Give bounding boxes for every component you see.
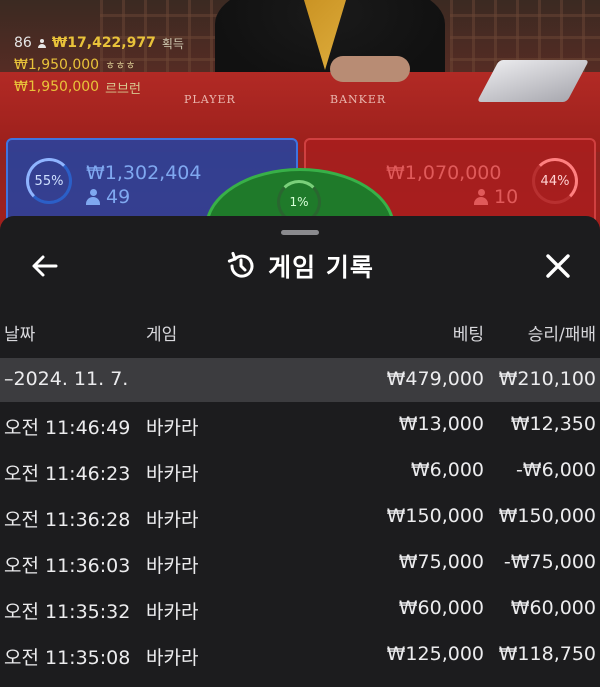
- sheet-title: 게임 기록: [268, 253, 374, 282]
- row-win-loss: ₩118,750: [498, 643, 596, 665]
- user-icon: [474, 189, 488, 205]
- row-time: 오전 11:35:32: [4, 601, 131, 623]
- ticker-amount: ₩1,950,000: [14, 57, 100, 73]
- column-header-date: 날짜: [4, 325, 36, 345]
- history-table-header: 날짜 게임 베팅 승리/패배: [0, 320, 600, 350]
- sheet-header: 게임 기록: [0, 242, 600, 292]
- table-row[interactable]: 오전 11:35:32 바카라 ₩60,000 ₩60,000: [0, 586, 600, 632]
- winnings-ticker: 86 ₩17,422,977 획득 ₩1,950,000 ㅎㅎㅎ ₩1,950,…: [14, 32, 184, 98]
- total-winnings: ₩17,422,977: [51, 35, 156, 51]
- sheet-title-group: 게임 기록: [0, 248, 600, 284]
- user-icon: [86, 189, 100, 205]
- table-row[interactable]: 오전 11:35:08 바카라 ₩125,000 ₩118,750: [0, 632, 600, 678]
- row-bet: ₩75,000: [398, 551, 484, 573]
- ticker-item: ₩1,950,000 르브런: [14, 76, 184, 98]
- banker-count-value: 10: [494, 186, 519, 208]
- row-win-loss: ₩150,000: [498, 505, 596, 527]
- row-game: 바카라: [146, 463, 199, 485]
- dealer-hand: [330, 56, 410, 82]
- winnings-label: 획득: [161, 36, 184, 51]
- ticker-player-name: 르브런: [105, 81, 141, 97]
- row-win-loss: ₩12,350: [510, 413, 596, 435]
- close-button[interactable]: [538, 246, 578, 286]
- table-row[interactable]: 오전 11:36:03 바카라 ₩75,000 -₩75,000: [0, 540, 600, 586]
- row-win-loss: -₩6,000: [515, 459, 596, 481]
- player-percent-ring: 55%: [26, 158, 72, 204]
- ticker-amount: ₩1,950,000: [14, 79, 100, 95]
- row-time: 오전 11:36:03: [4, 555, 131, 577]
- table-row[interactable]: 오전 11:46:23 바카라 ₩6,000 -₩6,000: [0, 448, 600, 494]
- row-game: 바카라: [146, 509, 199, 531]
- ticker-item: ₩1,950,000 ㅎㅎㅎ: [14, 54, 184, 76]
- felt-player-label: PLAYER: [184, 93, 236, 106]
- row-game: 바카라: [146, 417, 199, 439]
- live-game-view: PLAYER BANKER 86 ₩17,422,977 획득 ₩1,950,0…: [0, 0, 600, 240]
- felt-banker-label: BANKER: [330, 93, 387, 106]
- row-time: 오전 11:46:49: [4, 417, 131, 439]
- row-game: 바카라: [146, 601, 199, 623]
- row-time: 오전 11:36:28: [4, 509, 131, 531]
- date-group-row[interactable]: –2024. 11. 7. ₩479,000 ₩210,100: [0, 358, 600, 402]
- player-bettor-count: 49: [86, 186, 130, 208]
- row-game: 바카라: [146, 647, 199, 669]
- ticker-player-name: ㅎㅎㅎ: [105, 59, 136, 72]
- row-win-loss: -₩75,000: [503, 551, 596, 573]
- winnings-row: 86 ₩17,422,977 획득: [14, 32, 184, 54]
- date-total-bet: ₩479,000: [386, 368, 484, 390]
- row-time: 오전 11:35:08: [4, 647, 131, 669]
- row-bet: ₩125,000: [386, 643, 484, 665]
- player-total-bet: ₩1,302,404: [86, 162, 202, 184]
- sheet-drag-handle[interactable]: [281, 230, 319, 235]
- row-bet: ₩150,000: [386, 505, 484, 527]
- history-table: –2024. 11. 7. ₩479,000 ₩210,100 오전 11:46…: [0, 358, 600, 678]
- column-header-bet: 베팅: [452, 325, 484, 345]
- game-history-sheet: 게임 기록 날짜 게임 베팅 승리/패배 –2024. 11. 7. ₩479,…: [0, 216, 600, 687]
- player-count-value: 49: [106, 186, 131, 208]
- row-bet: ₩6,000: [410, 459, 484, 481]
- row-bet: ₩13,000: [398, 413, 484, 435]
- date-group-label: –2024. 11. 7.: [4, 368, 129, 390]
- row-time: 오전 11:46:23: [4, 463, 131, 485]
- row-win-loss: ₩60,000: [510, 597, 596, 619]
- date-total-win-loss: ₩210,100: [498, 368, 596, 390]
- viewer-count: 86: [14, 35, 32, 51]
- banker-percent-ring: 44%: [532, 158, 578, 204]
- history-icon: [228, 251, 254, 278]
- close-icon: [546, 254, 570, 278]
- column-header-win-loss: 승리/패배: [527, 325, 596, 345]
- table-row[interactable]: 오전 11:46:49 바카라 ₩13,000 ₩12,350: [0, 402, 600, 448]
- row-bet: ₩60,000: [398, 597, 484, 619]
- row-game: 바카라: [146, 555, 199, 577]
- banker-bettor-count: 10: [474, 186, 518, 208]
- banker-total-bet: ₩1,070,000: [386, 162, 502, 184]
- user-icon: [37, 38, 46, 48]
- column-header-game: 게임: [146, 325, 178, 345]
- table-row[interactable]: 오전 11:36:28 바카라 ₩150,000 ₩150,000: [0, 494, 600, 540]
